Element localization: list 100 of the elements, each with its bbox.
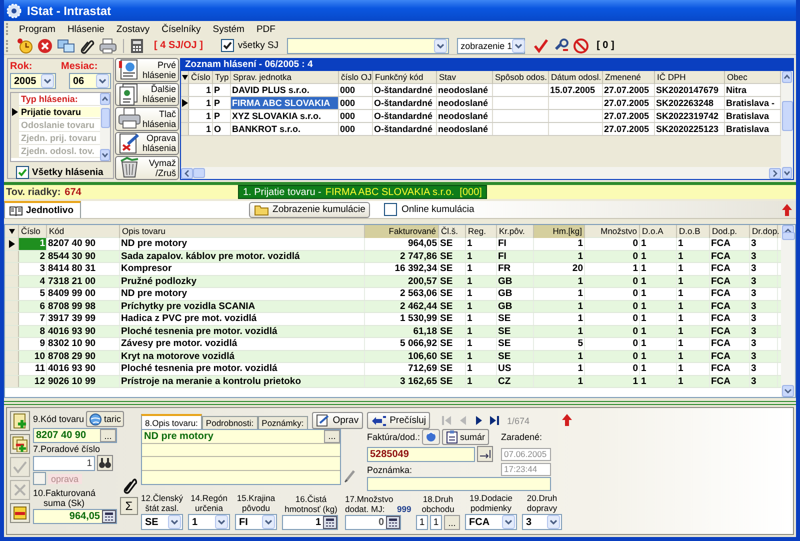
- pen-icon[interactable]: [344, 469, 356, 483]
- tab[interactable]: Jednotlivo: [4, 201, 81, 218]
- stop-icon[interactable]: [37, 38, 53, 54]
- alarm-clock-icon[interactable]: [17, 38, 33, 54]
- scroll-thumb[interactable]: [782, 101, 792, 131]
- last-record-icon[interactable]: [488, 414, 502, 427]
- column-header[interactable]: Množstvo: [585, 225, 640, 238]
- menu-item[interactable]: Program: [13, 24, 62, 34]
- number-field[interactable]: 1: [282, 515, 338, 530]
- code-field[interactable]: 1: [416, 515, 428, 530]
- up-arrow-icon[interactable]: [782, 204, 792, 216]
- action-button[interactable]: Prvé hlásenie: [115, 58, 179, 82]
- binoculars-icon[interactable]: [97, 455, 113, 471]
- calculator-icon[interactable]: [102, 510, 116, 523]
- move-icon[interactable]: [477, 446, 493, 462]
- scrollbar[interactable]: [781, 225, 795, 397]
- scrollbar[interactable]: [781, 71, 793, 179]
- taric-button[interactable]: taric: [86, 411, 124, 427]
- tool-button[interactable]: [10, 411, 30, 431]
- dropdown[interactable]: 1: [188, 514, 230, 530]
- scroll-thumb[interactable]: [100, 108, 110, 128]
- table-cell: 6: [19, 300, 47, 312]
- tab[interactable]: Podrobnosti:: [202, 416, 258, 429]
- description-field[interactable]: ND pre motory ...: [141, 429, 341, 485]
- scroll-down-icon[interactable]: [782, 385, 794, 397]
- scroll-thumb[interactable]: [782, 232, 794, 240]
- dropdown[interactable]: SE: [141, 514, 183, 530]
- column-header[interactable]: D.o.B: [677, 225, 710, 238]
- scroll-left-icon[interactable]: [181, 168, 193, 178]
- scrollbar[interactable]: [100, 93, 110, 161]
- unit-dropdown[interactable]: [286, 38, 449, 54]
- sum-button[interactable]: Σ: [120, 497, 138, 515]
- order-field[interactable]: 1: [33, 456, 95, 470]
- scroll-down-icon[interactable]: [100, 149, 110, 161]
- paperclip-icon[interactable]: [79, 38, 95, 54]
- checkbox[interactable]: [16, 166, 29, 179]
- scroll-thumb[interactable]: [193, 168, 205, 178]
- menu-item[interactable]: Zostavy: [110, 24, 156, 34]
- tool-button[interactable]: [10, 434, 30, 454]
- row-header[interactable]: [181, 97, 189, 109]
- browse-button[interactable]: ...: [100, 429, 116, 442]
- paperclip-icon[interactable]: [121, 476, 137, 494]
- printer-icon[interactable]: [99, 38, 117, 54]
- scroll-up-icon[interactable]: [100, 93, 110, 105]
- menu-item[interactable]: PDF: [250, 24, 282, 34]
- code-field[interactable]: 1: [430, 515, 442, 530]
- up-arrow-icon[interactable]: [562, 414, 572, 426]
- tab[interactable]: Poznámky:: [258, 416, 308, 429]
- column-header[interactable]: D.o.A: [640, 225, 677, 238]
- column-header[interactable]: Hm.[kg]: [534, 225, 585, 238]
- action-button[interactable]: Tlač hlásenia: [115, 107, 179, 130]
- scroll-up-icon[interactable]: [782, 71, 792, 83]
- computers-icon[interactable]: [57, 38, 75, 54]
- number-field[interactable]: 0: [345, 515, 401, 530]
- column-menu-icon[interactable]: [8, 229, 14, 234]
- dropdown[interactable]: FCA: [465, 514, 517, 530]
- dropdown[interactable]: 3: [522, 514, 562, 530]
- menu-item[interactable]: Číselníky: [156, 24, 207, 34]
- scroll-down-icon[interactable]: [782, 167, 792, 179]
- summary-button[interactable]: sumár: [442, 429, 490, 445]
- prohibited-icon[interactable]: [572, 38, 589, 54]
- action-button[interactable]: Vymaž /Zruš: [115, 156, 179, 180]
- checkbox[interactable]: [220, 39, 234, 52]
- view-dropdown[interactable]: zobrazenie 1: [456, 38, 525, 54]
- table-cell: ND pre motory: [120, 238, 365, 250]
- calculator-icon[interactable]: [323, 516, 337, 529]
- year-dropdown[interactable]: 2005: [10, 73, 56, 89]
- month-dropdown[interactable]: 06: [69, 73, 111, 89]
- action-button[interactable]: Ďalšie hlásenie: [115, 82, 179, 106]
- tool-button[interactable]: [10, 503, 30, 523]
- calculator-icon[interactable]: [130, 38, 144, 54]
- calculator-icon[interactable]: [386, 516, 400, 529]
- column-header[interactable]: Fakturované: [365, 225, 439, 238]
- scrollbar[interactable]: [181, 167, 781, 179]
- column-header[interactable]: Dr.dop.: [750, 225, 778, 238]
- checkbox[interactable]: [384, 203, 398, 216]
- menu-item[interactable]: Hlásenie: [61, 24, 110, 34]
- action-button[interactable]: Oprava hlásenia: [115, 132, 179, 155]
- note-field[interactable]: [367, 477, 551, 491]
- checkmark-icon[interactable]: [532, 38, 549, 54]
- column-header[interactable]: Dod.p.: [710, 225, 750, 238]
- table-cell: SK2020225123: [655, 123, 725, 135]
- column-header[interactable]: Kód: [47, 225, 120, 238]
- browse-button[interactable]: ...: [324, 430, 340, 443]
- tab[interactable]: 8.Opis tovaru:: [141, 414, 202, 429]
- row-header[interactable]: [5, 238, 19, 250]
- list-item[interactable]: Prijatie tovaru: [19, 107, 100, 117]
- menu-item[interactable]: Systém: [206, 24, 250, 34]
- column-header[interactable]: Čl.š.: [439, 225, 466, 238]
- amount-field[interactable]: 964,05: [33, 509, 117, 524]
- column-header[interactable]: Reg.: [466, 225, 497, 238]
- invoice-field[interactable]: 5285049: [367, 446, 475, 462]
- cumulation-button[interactable]: Zobrazenie kumulácie: [248, 202, 370, 218]
- edit-button[interactable]: Oprav: [312, 412, 363, 429]
- scroll-right-icon[interactable]: [769, 168, 781, 178]
- dropdown[interactable]: FI: [235, 514, 277, 530]
- code-field[interactable]: 8207 40 90 ...: [33, 428, 117, 443]
- column-menu-icon[interactable]: [182, 75, 188, 80]
- browse-button[interactable]: ...: [444, 515, 460, 530]
- renumber-button[interactable]: Prečísluj: [366, 412, 430, 429]
